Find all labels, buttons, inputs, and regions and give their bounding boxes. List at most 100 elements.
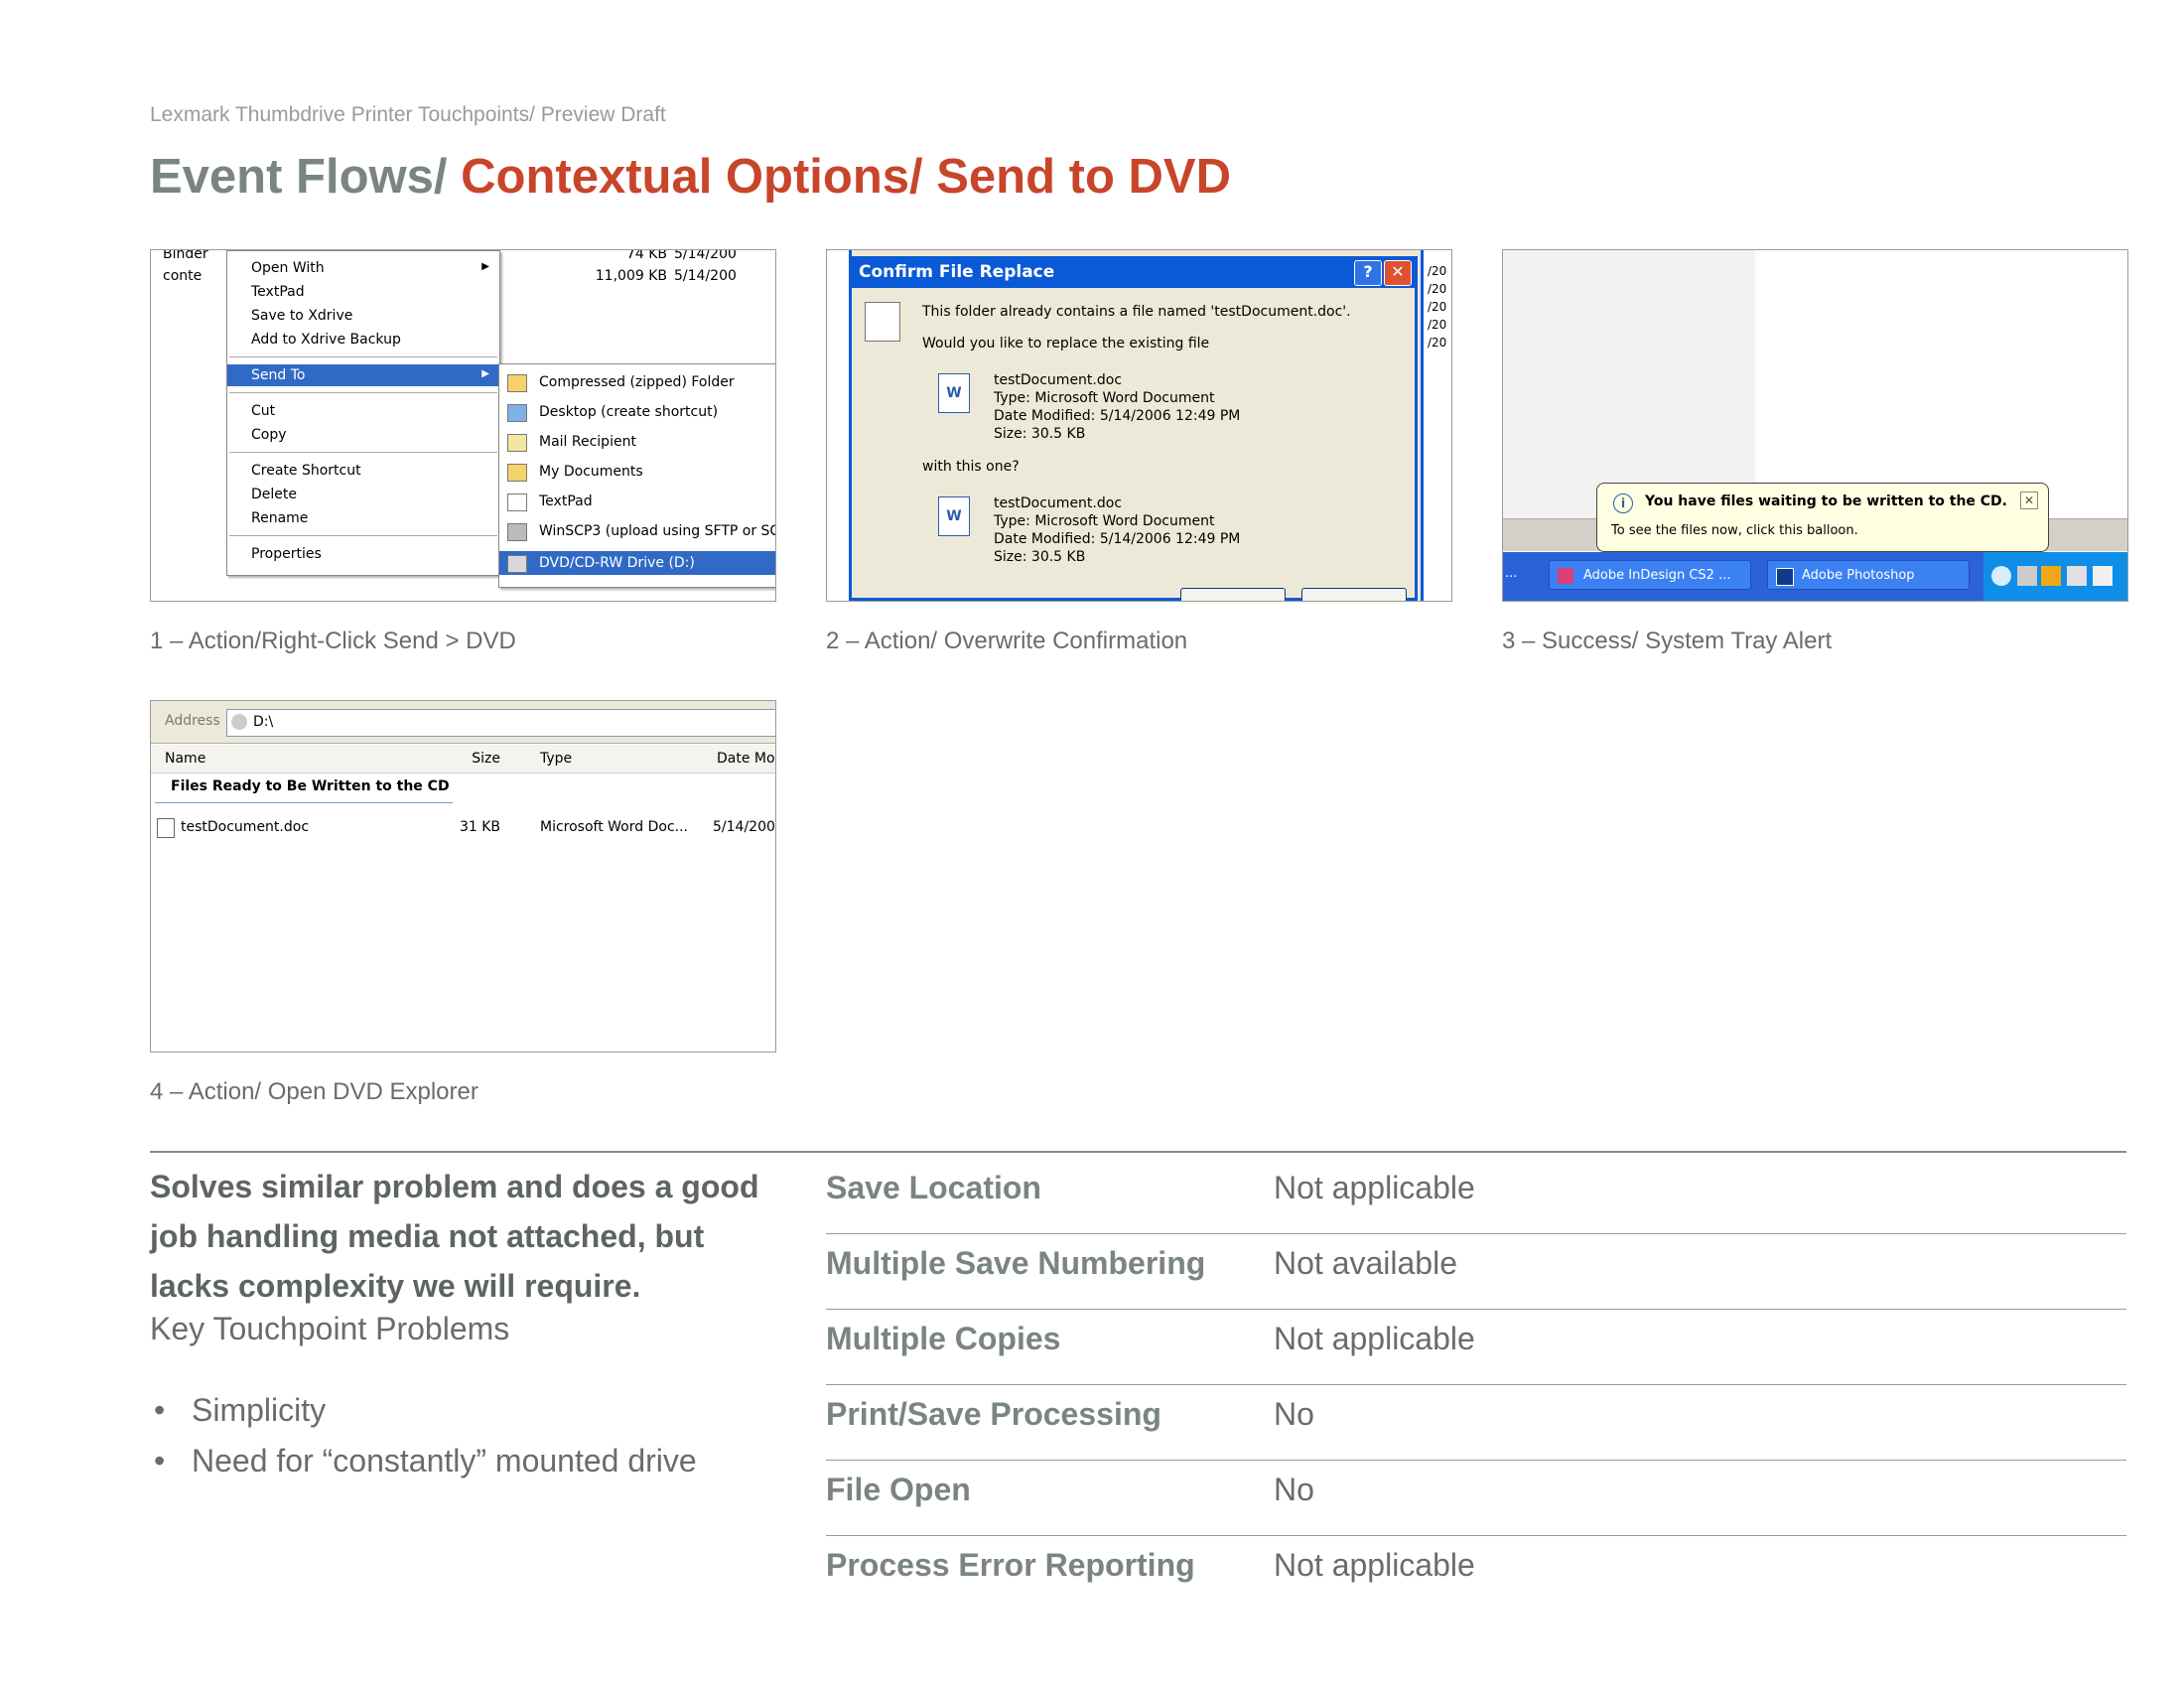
address-input[interactable]: D:\ — [226, 709, 775, 737]
taskbar-label: Adobe Photoshop — [1802, 568, 1915, 583]
submenu-label: DVD/CD-RW Drive (D:) — [539, 555, 695, 571]
bullet-icon: • — [154, 1392, 166, 1428]
submenu-label: TextPad — [539, 493, 593, 509]
file-modified: Date Modified: 5/14/2006 12:49 PM — [994, 408, 1241, 424]
dialog-with-text: with this one? — [922, 459, 1020, 475]
list-item: • Need for “constantly” mounted drive — [150, 1436, 697, 1486]
menu-open-with[interactable]: Open With — [227, 257, 499, 279]
screenshot-overwrite-confirmation: /20 /20 /20 /20 /20 Confirm File Replace… — [826, 249, 1452, 602]
submenu-desktop[interactable]: Desktop (create shortcut) — [499, 400, 775, 424]
menu-separator — [229, 535, 497, 536]
word-document-icon: W — [938, 373, 970, 413]
column-date[interactable]: Date Mod — [717, 751, 775, 767]
system-tray — [1983, 552, 2127, 601]
existing-file-info: testDocument.doc Type: Microsoft Word Do… — [994, 371, 1240, 443]
page-title: Event Flows/ Contextual Options/ Send to… — [150, 149, 1231, 205]
feature-value: No — [1274, 1472, 1314, 1507]
submenu-label: Desktop (create shortcut) — [539, 404, 719, 420]
menu-rename[interactable]: Rename — [227, 507, 499, 529]
cd-burning-icon[interactable] — [2017, 566, 2037, 586]
date-fragment: /20 — [1428, 282, 1447, 296]
expand-tray-icon[interactable] — [1991, 566, 2011, 586]
menu-delete[interactable]: Delete — [227, 484, 499, 505]
context-menu: Open With ▶ TextPad Save to Xdrive Add t… — [226, 250, 500, 576]
yes-button[interactable] — [1180, 588, 1286, 601]
dialog-message: This folder already contains a file name… — [922, 304, 1351, 320]
list-item-text: Need for “constantly” mounted drive — [192, 1443, 697, 1478]
menu-send-to[interactable]: Send To — [227, 364, 499, 386]
row-size: 31 KB — [459, 819, 500, 835]
menu-create-shortcut[interactable]: Create Shortcut — [227, 460, 499, 482]
file-modified: Date Modified: 5/14/2006 12:49 PM — [994, 531, 1241, 547]
column-name[interactable]: Name — [165, 751, 205, 767]
desktop-background — [1503, 250, 1755, 518]
group-divider — [155, 802, 453, 803]
feature-value: Not applicable — [1274, 1170, 1475, 1205]
notification-balloon[interactable]: i You have files waiting to be written t… — [1596, 483, 2049, 552]
submenu-label: Mail Recipient — [539, 434, 636, 450]
dvd-drive-icon — [507, 555, 527, 573]
network-tray-icon[interactable] — [2067, 566, 2087, 586]
feature-value: No — [1274, 1396, 1314, 1432]
cancel-button[interactable] — [1301, 588, 1407, 601]
submenu-textpad[interactable]: TextPad — [499, 490, 775, 513]
submenu-dvd-drive[interactable]: DVD/CD-RW Drive (D:) — [499, 551, 775, 575]
feature-value: Not applicable — [1274, 1547, 1475, 1583]
menu-copy[interactable]: Copy — [227, 424, 499, 446]
summary-statement: Solves similar problem and does a good j… — [150, 1169, 759, 1304]
file-size: 74 KB — [625, 249, 667, 262]
file-date: 5/14/200 — [674, 268, 737, 284]
menu-save-to-xdrive[interactable]: Save to Xdrive — [227, 305, 499, 327]
date-fragment: /20 — [1428, 336, 1447, 350]
file-size: Size: 30.5 KB — [994, 549, 1086, 565]
taskbar-button-photoshop[interactable]: Adobe Photoshop — [1767, 560, 1970, 590]
menu-cut[interactable]: Cut — [227, 400, 499, 422]
mail-icon — [507, 434, 527, 452]
submenu-mail-recipient[interactable]: Mail Recipient — [499, 430, 775, 454]
column-size[interactable]: Size — [401, 751, 500, 767]
caption-3: 3 – Success/ System Tray Alert — [1502, 628, 1833, 654]
submenu-label: My Documents — [539, 464, 643, 480]
submenu-compressed-folder[interactable]: Compressed (zipped) Folder — [499, 370, 775, 394]
screenshot-dvd-explorer: Address D:\ Name Size Type Date Mod File… — [150, 700, 776, 1053]
row-divider — [826, 1309, 2126, 1310]
background-window-dates: /20 /20 /20 /20 /20 — [1421, 250, 1451, 601]
taskbar-overflow[interactable]: ... — [1505, 566, 1517, 581]
info-icon: i — [1613, 493, 1633, 513]
menu-properties[interactable]: Properties — [227, 543, 499, 565]
close-button[interactable]: ✕ — [1384, 260, 1412, 286]
submenu-label: WinSCP3 (upload using SFTP or SCP — [539, 523, 776, 539]
file-date: 5/14/200 — [674, 249, 737, 262]
date-fragment: /20 — [1428, 300, 1447, 314]
menu-separator — [229, 392, 497, 393]
menu-textpad[interactable]: TextPad — [227, 281, 499, 303]
feature-label: Process Error Reporting — [826, 1547, 1195, 1583]
menu-separator — [229, 452, 497, 453]
submenu-my-documents[interactable]: My Documents — [499, 460, 775, 484]
dialog-title: Confirm File Replace — [859, 262, 1055, 282]
submenu-arrow-icon: ▶ — [481, 261, 489, 272]
dialog-title-bar: Confirm File Replace ? ✕ — [849, 256, 1418, 288]
feature-value: Not available — [1274, 1245, 1457, 1281]
feature-label: File Open — [826, 1472, 971, 1507]
feature-row: Multiple Save Numbering Not available — [826, 1235, 2126, 1310]
menu-add-to-xdrive-backup[interactable]: Add to Xdrive Backup — [227, 329, 499, 351]
balloon-close-icon[interactable]: ✕ — [2020, 492, 2038, 509]
balloon-text: To see the files now, click this balloon… — [1611, 523, 1858, 538]
feature-row: Print/Save Processing No — [826, 1386, 2126, 1461]
file-size: Size: 30.5 KB — [994, 426, 1086, 442]
column-type[interactable]: Type — [540, 751, 572, 767]
submenu-label: Compressed (zipped) Folder — [539, 374, 735, 390]
feature-label: Multiple Copies — [826, 1321, 1061, 1356]
photoshop-icon — [1776, 568, 1794, 586]
submenu-winscp[interactable]: WinSCP3 (upload using SFTP or SCP — [499, 519, 776, 543]
taskbar-button-indesign[interactable]: Adobe InDesign CS2 ... — [1549, 560, 1751, 590]
bullet-icon: • — [154, 1443, 166, 1478]
winscp-icon — [507, 523, 527, 541]
clock-tray-icon[interactable] — [2041, 566, 2061, 586]
address-value: D:\ — [253, 714, 274, 730]
volume-tray-icon[interactable] — [2093, 566, 2113, 586]
table-row[interactable]: testDocument.doc 31 KB Microsoft Word Do… — [151, 816, 775, 840]
help-button[interactable]: ? — [1354, 260, 1382, 286]
desktop-icon — [507, 404, 527, 422]
